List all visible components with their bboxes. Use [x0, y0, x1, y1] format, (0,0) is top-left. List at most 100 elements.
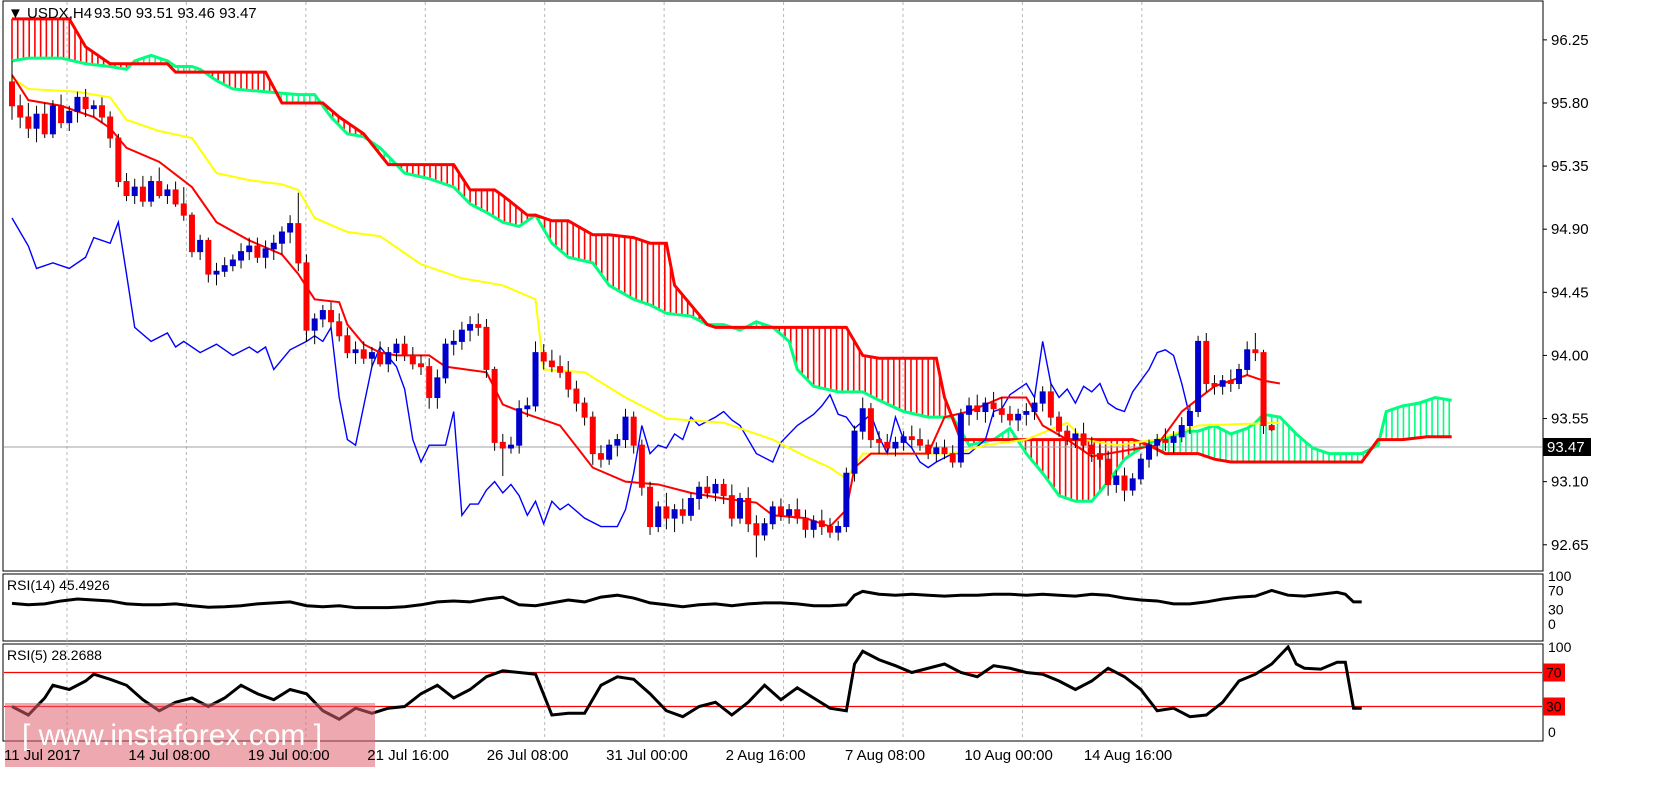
candle-body: [794, 509, 801, 519]
candle-body: [238, 251, 245, 261]
candle-body: [246, 245, 253, 253]
price-tick-label: 92.65: [1551, 537, 1589, 554]
rsi14-tick-label: 0: [1548, 616, 1556, 632]
candle-body: [941, 447, 948, 455]
candle-body: [180, 203, 187, 216]
candle-body: [851, 430, 858, 474]
candle-body: [360, 349, 367, 359]
candle-body: [328, 310, 335, 323]
candle-body: [164, 189, 171, 197]
candle-body: [1072, 433, 1079, 441]
candle-body: [876, 439, 883, 443]
candle-body: [769, 506, 776, 525]
candle-body: [810, 520, 817, 530]
candle-body: [90, 105, 97, 110]
time-tick-label: 31 Jul 00:00: [606, 747, 688, 764]
candle-body: [647, 486, 654, 528]
candle-body: [827, 526, 833, 533]
candle-body: [1113, 475, 1120, 485]
candle-body: [426, 366, 433, 398]
rsi14-tick-label: 70: [1548, 582, 1564, 598]
candle-body: [630, 416, 637, 446]
candle-body: [278, 231, 285, 244]
candle-body: [933, 447, 940, 455]
candle-body: [9, 81, 15, 107]
candle-body: [82, 96, 89, 110]
candle-body: [1064, 430, 1071, 441]
candle-body: [311, 318, 318, 331]
candle-body: [156, 181, 163, 197]
symbol-label: ▼ USDX,H4: [8, 5, 92, 22]
candle-body: [1186, 411, 1193, 427]
rsi14-title: RSI(14) 45.4926: [7, 577, 110, 593]
candle-body: [949, 453, 956, 463]
candle-body: [98, 105, 105, 118]
price-tick-label: 95.35: [1551, 158, 1589, 175]
candle-body: [483, 326, 490, 370]
candle-body: [262, 248, 269, 258]
candle-body: [434, 377, 441, 398]
time-tick-label: 7 Aug 08:00: [845, 747, 925, 764]
candle-body: [49, 105, 56, 135]
candle-body: [197, 239, 204, 253]
candle-body: [1219, 380, 1226, 387]
candle-body: [1105, 458, 1112, 485]
candle-body: [499, 441, 506, 449]
candle-body: [1023, 411, 1030, 415]
candle-body: [1039, 391, 1046, 404]
candle-body: [139, 186, 146, 202]
candle-body: [671, 509, 678, 519]
candle-body: [655, 506, 662, 528]
candle-body: [900, 436, 907, 443]
candle-body: [818, 520, 825, 528]
candle-body: [123, 181, 130, 197]
candle-body: [867, 408, 874, 441]
candle-body: [925, 444, 932, 455]
candle-body: [385, 352, 392, 365]
rsi5-level-tag-label: 70: [1546, 665, 1562, 681]
ohlc-label: 93.50 93.51 93.46 93.47: [94, 5, 257, 22]
candle-body: [1146, 444, 1153, 460]
candle-body: [148, 181, 155, 202]
usdx-h4-chart[interactable]: 96.25 95.80 95.35 94.90 94.45 94.00 93.55 93.10…: [0, 0, 1657, 811]
candle-body: [916, 439, 923, 446]
candle-body: [737, 497, 744, 519]
candle-body: [229, 259, 236, 267]
rsi5-level-tag-label: 30: [1546, 699, 1562, 715]
candle-body: [957, 413, 964, 463]
candle-body: [1252, 349, 1259, 354]
candle-body: [17, 105, 24, 118]
candle-body: [1178, 425, 1185, 438]
candle-body: [802, 517, 809, 530]
candle-body: [524, 405, 531, 410]
candle-body: [859, 408, 866, 432]
candle-body: [532, 352, 539, 407]
candle-body: [458, 329, 465, 342]
candle-body: [205, 239, 212, 275]
candle-body: [1162, 439, 1169, 443]
candle-body: [663, 506, 670, 519]
candle-body: [835, 526, 842, 533]
candle-body: [115, 137, 122, 183]
candle-body: [892, 441, 899, 449]
candle-body: [213, 270, 220, 275]
rsi5-axis: 100 0 70 30: [1543, 639, 1572, 740]
candle-body: [581, 402, 588, 418]
candle-body: [401, 343, 408, 356]
last-price-label: 93.47: [1547, 439, 1585, 456]
candle-body: [1096, 453, 1103, 460]
candle-body: [982, 402, 989, 413]
candle-body: [409, 354, 416, 365]
candle-body: [884, 441, 891, 449]
candle-body: [638, 444, 645, 488]
candle-body: [66, 110, 73, 124]
candle-body: [622, 416, 629, 441]
candle-body: [908, 436, 915, 441]
candle-body: [319, 310, 326, 320]
candle-body: [1080, 433, 1087, 446]
candle-body: [1170, 436, 1177, 443]
candle-body: [565, 371, 572, 390]
time-tick-label: 21 Jul 16:00: [367, 747, 449, 764]
candle-body: [1195, 340, 1202, 413]
price-tick-label: 94.90: [1551, 221, 1589, 238]
